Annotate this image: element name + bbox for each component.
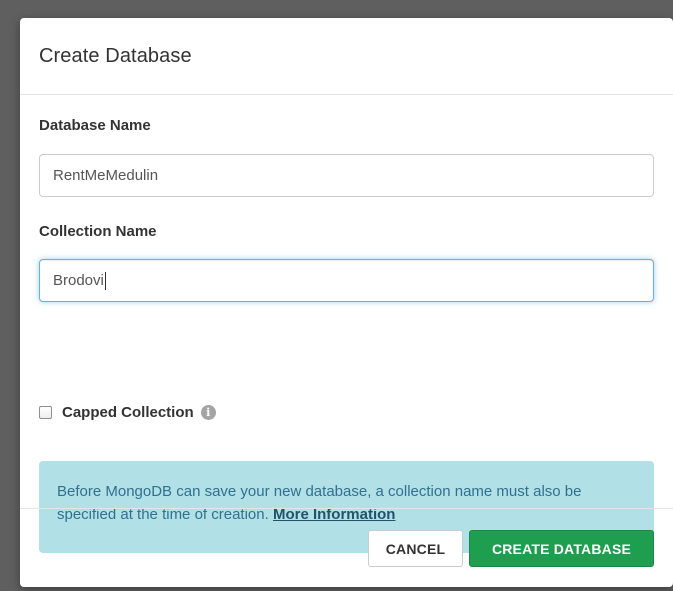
text-caret <box>104 271 106 290</box>
info-circle-icon[interactable]: i <box>200 405 216 420</box>
modal-header: Create Database <box>20 18 673 95</box>
modal-title: Create Database <box>39 44 192 67</box>
cancel-button[interactable]: CANCEL <box>368 530 463 567</box>
database-name-input[interactable]: RentMeMedulin <box>39 154 654 197</box>
modal-footer: CANCEL CREATE DATABASE <box>20 508 673 587</box>
capped-collection-row: Capped Collection i <box>39 404 216 421</box>
create-database-button[interactable]: CREATE DATABASE <box>469 530 654 567</box>
collection-name-value: Brodovi <box>53 272 104 289</box>
collection-name-label: Collection Name <box>39 223 157 240</box>
collection-name-input[interactable]: Brodovi <box>39 259 654 302</box>
create-database-modal: Create Database Database Name RentMeMedu… <box>20 18 673 587</box>
capped-collection-checkbox[interactable] <box>39 406 52 419</box>
database-name-value: RentMeMedulin <box>53 167 159 184</box>
database-name-label: Database Name <box>39 117 151 134</box>
capped-collection-label[interactable]: Capped Collection <box>62 404 194 421</box>
